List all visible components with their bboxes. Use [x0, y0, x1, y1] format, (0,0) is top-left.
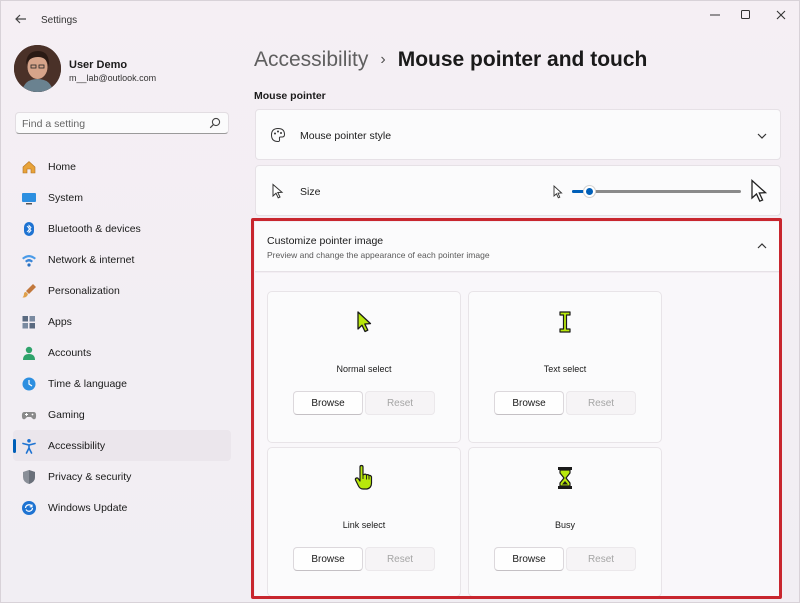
shield-icon [21, 469, 37, 485]
sidebar-item-network[interactable]: Network & internet [13, 244, 231, 275]
title-bar: Settings [1, 1, 799, 37]
maximize-icon [741, 10, 750, 19]
breadcrumb-separator: › [380, 51, 386, 68]
sidebar-item-label: System [48, 191, 84, 204]
home-icon [21, 159, 37, 175]
sidebar-item-privacy[interactable]: Privacy & security [13, 461, 231, 492]
sidebar-item-bluetooth[interactable]: Bluetooth & devices [13, 213, 231, 244]
sidebar-item-label: Apps [48, 315, 72, 328]
close-icon [776, 10, 786, 20]
search-input[interactable] [22, 116, 202, 131]
mouse-pointer-style-label: Mouse pointer style [300, 130, 392, 142]
sidebar-item-home[interactable]: Home [13, 151, 231, 182]
sidebar-item-apps[interactable]: Apps [13, 306, 231, 337]
gamepad-icon [21, 407, 37, 423]
system-icon [21, 190, 37, 206]
section-title: Mouse pointer [254, 90, 326, 102]
wifi-icon [21, 252, 37, 268]
sidebar-item-label: Home [48, 160, 77, 173]
avatar-image [14, 45, 61, 92]
breadcrumb: Accessibility › Mouse pointer and touch [254, 45, 647, 75]
highlight-annotation [251, 218, 782, 599]
minimize-button[interactable] [701, 5, 729, 25]
sidebar-nav: Home System Bluetooth & devices Network … [13, 151, 231, 523]
size-card: Size [255, 165, 781, 216]
sidebar-item-label: Windows Update [48, 501, 128, 514]
accessibility-icon [21, 438, 37, 454]
sidebar-item-time-language[interactable]: Time & language [13, 368, 231, 399]
user-name: User Demo [69, 59, 128, 71]
palette-icon [270, 127, 286, 143]
sidebar-item-label: Bluetooth & devices [48, 222, 141, 235]
large-pointer-icon [751, 179, 768, 203]
sidebar-item-accounts[interactable]: Accounts [13, 337, 231, 368]
small-pointer-icon [553, 185, 563, 199]
search-icon [209, 117, 221, 129]
person-icon [21, 345, 37, 361]
back-button[interactable] [11, 9, 31, 29]
sidebar-item-windows-update[interactable]: Windows Update [13, 492, 231, 523]
chevron-down-icon [757, 133, 767, 139]
breadcrumb-parent[interactable]: Accessibility [254, 48, 368, 72]
sidebar-item-label: Network & internet [48, 253, 135, 266]
maximize-button[interactable] [732, 5, 760, 25]
sidebar-item-personalization[interactable]: Personalization [13, 275, 231, 306]
page-title: Mouse pointer and touch [397, 48, 648, 71]
pointer-icon [272, 183, 284, 199]
bluetooth-icon [21, 221, 37, 237]
size-slider[interactable] [572, 185, 741, 198]
mouse-pointer-style-card[interactable]: Mouse pointer style [255, 109, 781, 160]
sidebar-item-accessibility[interactable]: Accessibility [13, 430, 231, 461]
app-title: Settings [41, 15, 78, 26]
sidebar-item-label: Privacy & security [48, 470, 132, 483]
sidebar-item-label: Personalization [48, 284, 120, 297]
sidebar-item-label: Gaming [48, 408, 85, 421]
sidebar-item-label: Accounts [48, 346, 92, 359]
size-slider-thumb[interactable] [582, 185, 596, 198]
apps-icon [21, 314, 37, 330]
settings-window: Settings User Demo m__lab@outlook.com Fi… [0, 0, 800, 603]
sidebar-item-label: Accessibility [48, 439, 106, 452]
minimize-icon [710, 14, 720, 16]
sidebar-item-gaming[interactable]: Gaming [13, 399, 231, 430]
update-icon [21, 500, 37, 516]
brush-icon [21, 283, 37, 299]
user-email: m__lab@outlook.com [69, 73, 157, 83]
size-label: Size [300, 186, 321, 198]
sidebar-item-label: Time & language [48, 377, 127, 390]
avatar[interactable] [14, 45, 61, 92]
back-arrow-icon [15, 14, 26, 24]
sidebar-item-system[interactable]: System [13, 182, 231, 213]
search-box[interactable] [15, 112, 229, 134]
close-button[interactable] [767, 5, 795, 25]
globe-clock-icon [21, 376, 37, 392]
